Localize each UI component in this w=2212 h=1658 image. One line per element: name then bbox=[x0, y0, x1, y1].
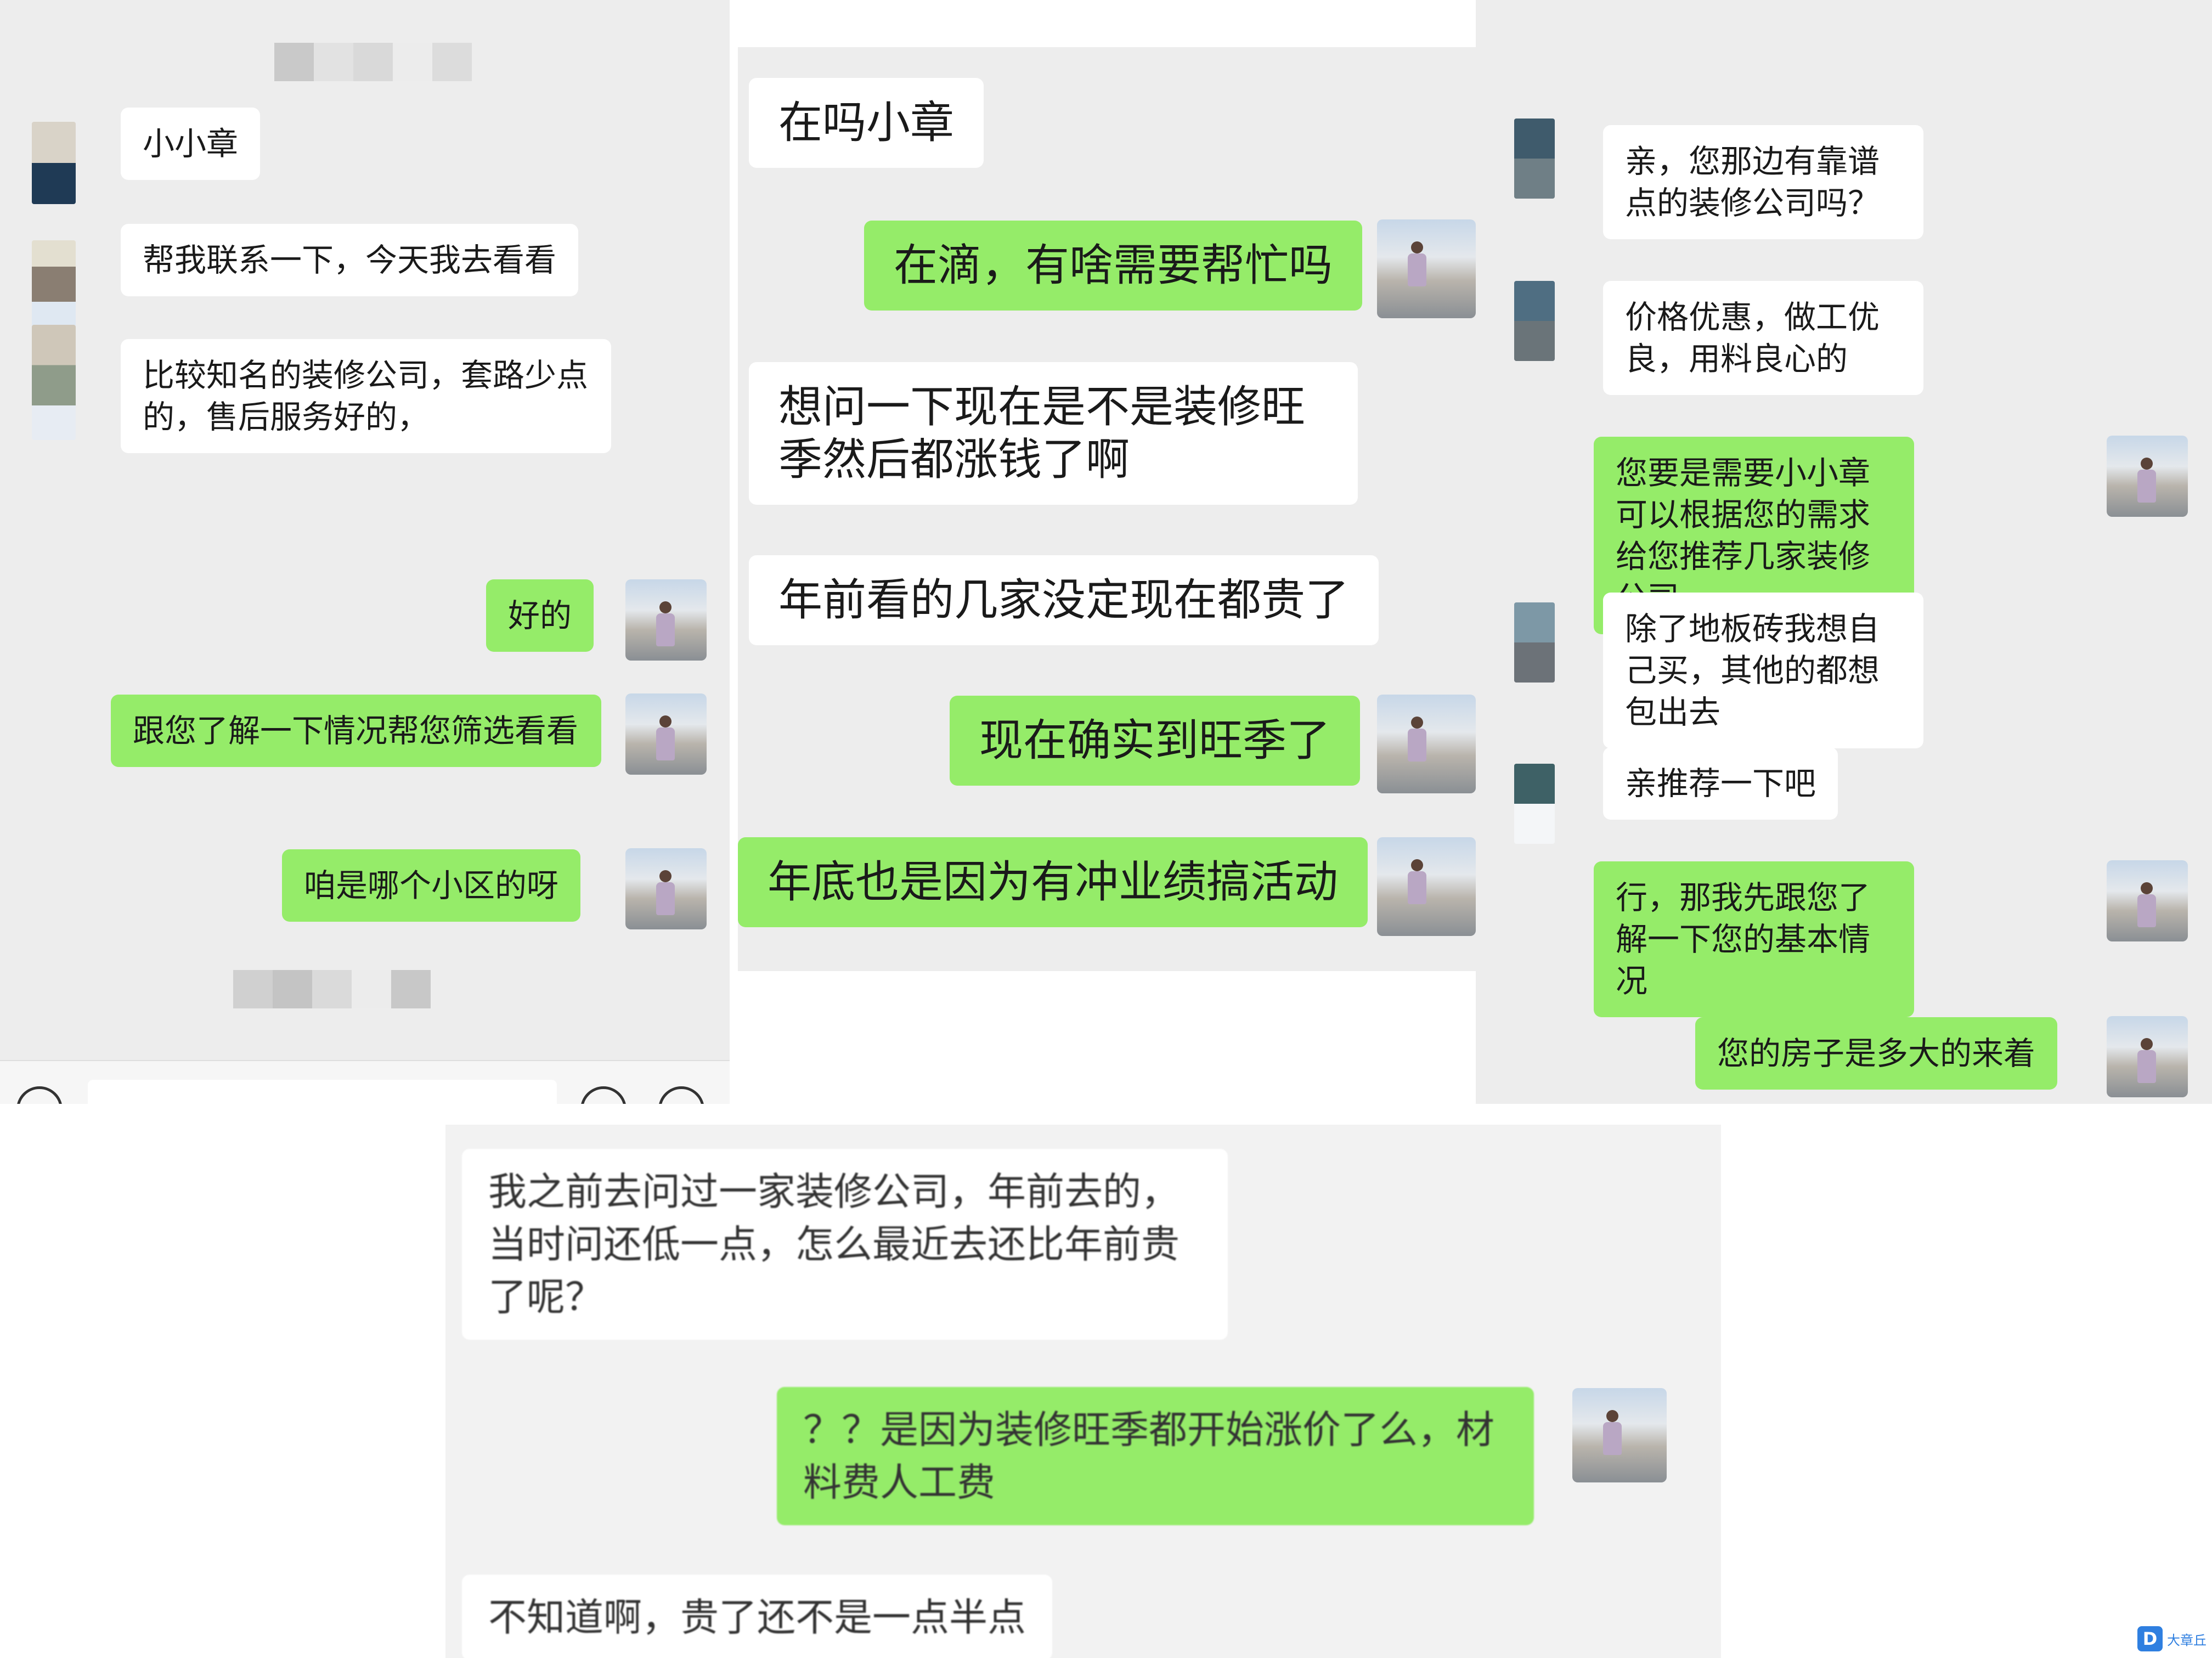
plus-icon[interactable] bbox=[658, 1086, 704, 1104]
message-bubble[interactable]: 不知道啊，贵了还不是一点半点 bbox=[462, 1575, 1052, 1658]
emoji-icon[interactable] bbox=[580, 1086, 627, 1104]
contact-avatar[interactable] bbox=[1514, 281, 1555, 361]
message-bubble[interactable]: 比较知名的装修公司，套路少点的，售后服务好的， bbox=[121, 339, 611, 453]
message-bubble[interactable]: 咱是哪个小区的呀 bbox=[282, 849, 581, 922]
chat-panel-3: 亲，您那边有靠谱点的装修公司吗？ 价格优惠，做工优良，用料良心的 您要是需要小小… bbox=[1476, 0, 2212, 1104]
top-strip bbox=[738, 0, 1476, 47]
my-avatar[interactable] bbox=[2107, 1016, 2188, 1097]
chat-input-bar bbox=[0, 1060, 730, 1104]
chat-panel-1: 小小章 帮我联系一下，今天我去看看 比较知名的装修公司，套路少点的，售后服务好的… bbox=[0, 0, 730, 1104]
message-bubble[interactable]: 亲推荐一下吧 bbox=[1603, 747, 1838, 820]
voice-icon[interactable] bbox=[16, 1086, 63, 1104]
message-bubble[interactable]: 除了地板砖我想自己买，其他的都想包出去 bbox=[1603, 593, 1923, 748]
message-bubble[interactable]: 现在确实到旺季了 bbox=[950, 696, 1360, 786]
my-avatar[interactable] bbox=[1572, 1388, 1667, 1482]
contact-avatar[interactable] bbox=[1514, 602, 1555, 683]
message-bubble[interactable]: 小小章 bbox=[121, 108, 261, 180]
blurred-timestamp bbox=[233, 970, 431, 1008]
message-bubble[interactable]: 好的 bbox=[486, 579, 594, 652]
my-avatar[interactable] bbox=[625, 579, 707, 661]
my-avatar[interactable] bbox=[625, 848, 707, 929]
chat-panel-4: 我之前去问过一家装修公司，年前去的，当时问还低一点，怎么最近去还比年前贵了呢？ … bbox=[445, 1125, 1721, 1658]
message-bubble[interactable]: 帮我联系一下，今天我去看看 bbox=[121, 224, 579, 296]
my-avatar[interactable] bbox=[1377, 695, 1476, 793]
message-bubble[interactable]: 我之前去问过一家装修公司，年前去的，当时问还低一点，怎么最近去还比年前贵了呢？ bbox=[462, 1149, 1228, 1340]
contact-avatar[interactable] bbox=[1514, 119, 1555, 199]
watermark-text: 大章丘 bbox=[2167, 1632, 2207, 1648]
blurred-timestamp bbox=[274, 43, 472, 81]
message-bubble[interactable]: 行，那我先跟您了解一下您的基本情况 bbox=[1594, 861, 1914, 1017]
contact-avatar[interactable] bbox=[32, 240, 76, 328]
my-avatar[interactable] bbox=[1377, 219, 1476, 318]
message-input[interactable] bbox=[88, 1080, 557, 1104]
my-avatar[interactable] bbox=[1377, 837, 1476, 936]
message-bubble[interactable]: 年底也是因为有冲业绩搞活动 bbox=[738, 837, 1368, 927]
message-bubble[interactable]: 年前看的几家没定现在都贵了 bbox=[749, 555, 1379, 645]
message-bubble[interactable]: 跟您了解一下情况帮您筛选看看 bbox=[111, 695, 601, 767]
watermark: D 大章丘 bbox=[2137, 1626, 2207, 1651]
message-bubble[interactable]: 您的房子是多大的来着 bbox=[1695, 1017, 2058, 1090]
chat-panel-2: 在吗小章 在滴，有啥需要帮忙吗 想问一下现在是不是装修旺季然后都涨钱了啊 年前看… bbox=[738, 0, 1476, 1104]
contact-avatar[interactable] bbox=[32, 122, 76, 204]
contact-avatar[interactable] bbox=[1514, 764, 1555, 844]
message-bubble[interactable]: 想问一下现在是不是装修旺季然后都涨钱了啊 bbox=[749, 362, 1358, 505]
message-bubble[interactable]: ？？是因为装修旺季都开始涨价了么，材料费人工费 bbox=[777, 1387, 1534, 1525]
message-bubble[interactable]: 在滴，有啥需要帮忙吗 bbox=[864, 221, 1362, 311]
contact-avatar[interactable] bbox=[32, 325, 76, 440]
watermark-logo-icon: D bbox=[2137, 1626, 2163, 1651]
bottom-strip bbox=[738, 971, 1476, 1104]
my-avatar[interactable] bbox=[2107, 436, 2188, 517]
my-avatar[interactable] bbox=[2107, 860, 2188, 941]
my-avatar[interactable] bbox=[625, 693, 707, 775]
message-bubble[interactable]: 价格优惠，做工优良，用料良心的 bbox=[1603, 281, 1923, 395]
message-bubble[interactable]: 亲，您那边有靠谱点的装修公司吗？ bbox=[1603, 125, 1923, 239]
message-bubble[interactable]: 在吗小章 bbox=[749, 78, 984, 168]
